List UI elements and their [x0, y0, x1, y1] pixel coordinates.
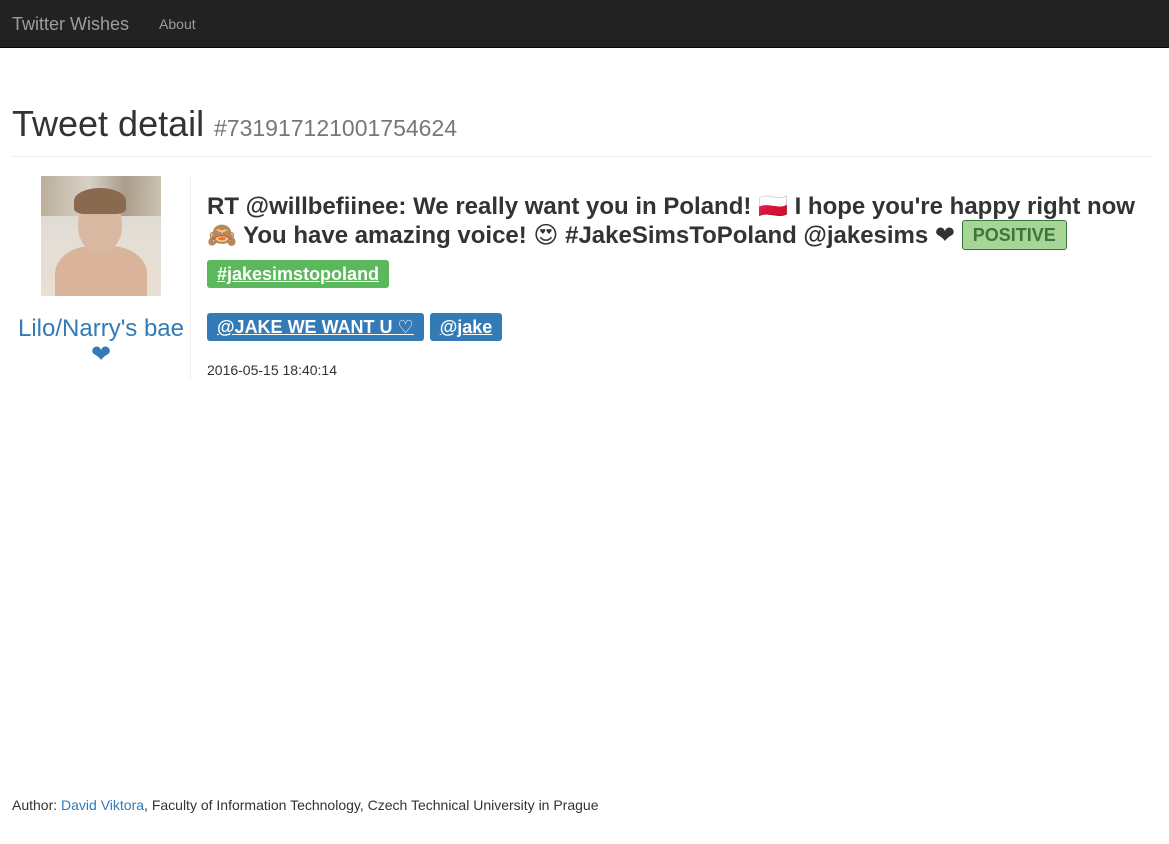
mention-label[interactable]: @JAKE WE WANT U ♡: [207, 313, 424, 341]
page-header: Tweet detail #731917121001754624: [12, 104, 1152, 157]
footer-affiliation: , Faculty of Information Technology, Cze…: [144, 797, 599, 813]
footer-prefix: Author:: [12, 797, 62, 813]
mention-label[interactable]: @jake: [429, 313, 503, 341]
nav-about-link[interactable]: About: [159, 0, 196, 48]
hashtag-label[interactable]: #jakesimstopoland: [207, 260, 390, 288]
author-name-link[interactable]: Lilo/Narry's bae ❤: [12, 316, 190, 368]
author-panel: Lilo/Narry's bae ❤: [12, 176, 191, 379]
top-navbar: Twitter Wishes About: [0, 0, 1169, 48]
page-title: Tweet detail: [12, 103, 205, 144]
tweet-id: #731917121001754624: [214, 115, 458, 141]
mention-list: @JAKE WE WANT U ♡ @jake: [207, 313, 1139, 341]
tweet-text-block: RT @willbefiinee: We really want you in …: [207, 194, 1139, 250]
avatar-hair: [74, 188, 126, 214]
tweet-timestamp: 2016-05-15 18:40:14: [207, 362, 337, 378]
tweet-detail: RT @willbefiinee: We really want you in …: [207, 194, 1139, 378]
brand-link[interactable]: Twitter Wishes: [12, 0, 129, 48]
footer-author-link[interactable]: David Viktora: [61, 797, 144, 813]
page-footer: Author: David Viktora, Faculty of Inform…: [12, 797, 599, 813]
avatar-body: [55, 246, 147, 296]
hashtag-list: #jakesimstopoland: [207, 260, 1139, 288]
avatar[interactable]: [41, 176, 161, 296]
sentiment-badge: POSITIVE: [961, 220, 1067, 250]
